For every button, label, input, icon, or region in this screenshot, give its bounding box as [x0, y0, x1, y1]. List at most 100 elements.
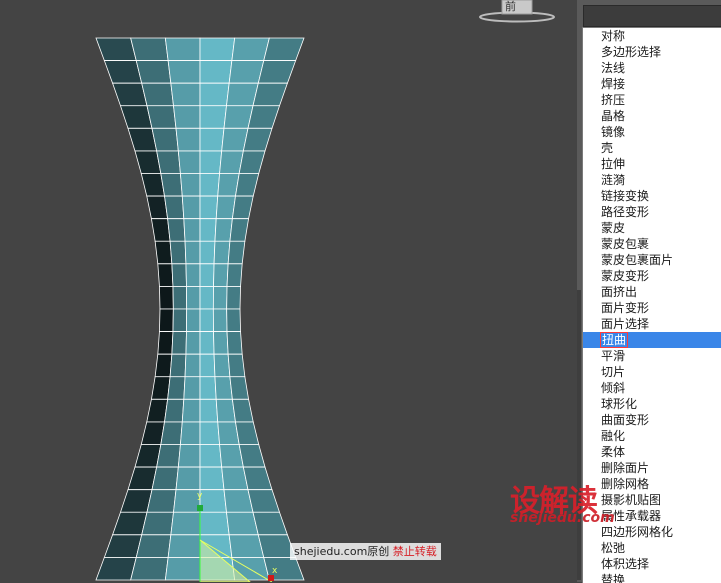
- mesh-face[interactable]: [199, 376, 217, 400]
- mesh-face[interactable]: [164, 398, 185, 423]
- mesh-face[interactable]: [156, 444, 181, 468]
- mesh-face[interactable]: [238, 150, 266, 174]
- mesh-face[interactable]: [159, 286, 174, 310]
- mesh-face[interactable]: [154, 353, 173, 378]
- modifier-item[interactable]: 平滑: [583, 348, 721, 364]
- mesh-face[interactable]: [183, 218, 201, 242]
- mesh-face[interactable]: [227, 353, 246, 378]
- modifier-item[interactable]: 面片变形: [583, 300, 721, 316]
- mesh-face[interactable]: [186, 286, 201, 310]
- mesh-face[interactable]: [157, 331, 174, 355]
- mesh-face[interactable]: [172, 308, 188, 332]
- mesh-face[interactable]: [199, 82, 230, 107]
- mesh-face[interactable]: [177, 150, 201, 174]
- mesh-face[interactable]: [170, 82, 201, 107]
- mesh-face[interactable]: [185, 331, 201, 355]
- mesh-face[interactable]: [167, 376, 186, 400]
- mesh-face[interactable]: [103, 534, 143, 558]
- mesh-face[interactable]: [173, 105, 201, 129]
- mesh-face[interactable]: [229, 376, 250, 400]
- mesh-face[interactable]: [186, 308, 201, 332]
- mesh-face[interactable]: [226, 286, 241, 310]
- mesh-face[interactable]: [112, 511, 148, 536]
- mesh-face[interactable]: [231, 37, 270, 61]
- mesh-face[interactable]: [199, 127, 225, 152]
- mesh-face[interactable]: [212, 308, 228, 332]
- mesh-face[interactable]: [226, 331, 243, 355]
- mesh-face[interactable]: [164, 557, 201, 581]
- mesh-face[interactable]: [172, 286, 188, 310]
- mesh-face[interactable]: [199, 37, 236, 61]
- mesh-face[interactable]: [231, 195, 254, 220]
- mesh-face[interactable]: [141, 511, 174, 536]
- mesh-face[interactable]: [228, 534, 265, 558]
- mesh-face[interactable]: [175, 127, 201, 152]
- mesh-face[interactable]: [156, 150, 181, 174]
- viewport-front[interactable]: y x 前: [0, 0, 577, 582]
- modifier-item[interactable]: 蒙皮: [583, 220, 721, 236]
- mesh-face[interactable]: [238, 444, 266, 468]
- mesh-face[interactable]: [199, 286, 214, 310]
- modifier-item[interactable]: 切片: [583, 364, 721, 380]
- mesh-face[interactable]: [151, 127, 179, 152]
- mesh-face[interactable]: [235, 421, 260, 445]
- mesh-face[interactable]: [119, 105, 153, 129]
- mesh-face[interactable]: [160, 173, 183, 197]
- viewcube-front-label[interactable]: 前: [505, 0, 516, 14]
- mesh-face[interactable]: [231, 398, 254, 423]
- mesh-face[interactable]: [199, 331, 215, 355]
- mesh-face[interactable]: [235, 173, 260, 197]
- mesh-face[interactable]: [199, 353, 216, 378]
- modifier-item[interactable]: 柔体: [583, 444, 721, 460]
- mesh-face[interactable]: [242, 466, 273, 491]
- mesh-face[interactable]: [199, 218, 217, 242]
- modifier-item[interactable]: 删除面片: [583, 460, 721, 476]
- modifier-item[interactable]: 链接变换: [583, 188, 721, 204]
- mesh-face[interactable]: [150, 376, 171, 400]
- modifier-item[interactable]: 倾斜: [583, 380, 721, 396]
- modifier-dropdown[interactable]: 对称 多边形选择 法线 焊接 挤压 晶格 镜像壳拉伸 涟漪 链接变换 路径变形 蒙皮 蒙皮包裹 蒙皮包裹…: [582, 27, 721, 583]
- mesh-face[interactable]: [212, 286, 228, 310]
- modifier-item[interactable]: 松弛: [583, 540, 721, 556]
- modifier-list-field[interactable]: [583, 5, 721, 27]
- mesh-face[interactable]: [167, 534, 201, 558]
- mesh-face[interactable]: [199, 511, 230, 536]
- mesh-face[interactable]: [146, 105, 177, 129]
- mesh-face[interactable]: [146, 398, 169, 423]
- modifier-item[interactable]: 镜像: [583, 124, 721, 140]
- mesh-face[interactable]: [141, 82, 174, 107]
- modifier-item[interactable]: 路径变形: [583, 204, 721, 220]
- mesh-face[interactable]: [199, 105, 227, 129]
- mesh-face[interactable]: [181, 195, 201, 220]
- mesh-face[interactable]: [135, 534, 172, 558]
- mesh-face[interactable]: [228, 60, 265, 84]
- mesh-face[interactable]: [199, 60, 233, 84]
- mesh-face[interactable]: [199, 308, 214, 332]
- mesh-face[interactable]: [169, 240, 187, 265]
- modifier-item[interactable]: 蒙皮包裹: [583, 236, 721, 252]
- mesh-face[interactable]: [167, 218, 186, 242]
- mesh-face[interactable]: [164, 195, 185, 220]
- mesh-face[interactable]: [183, 376, 201, 400]
- mesh-face[interactable]: [164, 37, 201, 61]
- mesh-face[interactable]: [226, 308, 241, 332]
- modifier-item[interactable]: 壳: [583, 140, 721, 156]
- mesh-face[interactable]: [95, 557, 137, 581]
- mesh-face[interactable]: [103, 60, 143, 84]
- mesh-face[interactable]: [179, 421, 201, 445]
- modifier-item[interactable]: 焊接: [583, 76, 721, 92]
- modifier-item[interactable]: 涟漪: [583, 172, 721, 188]
- mesh-face[interactable]: [242, 127, 273, 152]
- modifier-item[interactable]: 晶格: [583, 108, 721, 124]
- mesh-face[interactable]: [119, 489, 153, 513]
- mesh-face[interactable]: [160, 421, 183, 445]
- mesh-face[interactable]: [257, 60, 297, 84]
- mesh-face[interactable]: [135, 60, 172, 84]
- mesh-face[interactable]: [179, 173, 201, 197]
- mesh-face[interactable]: [213, 240, 231, 265]
- modifier-item[interactable]: 扭曲: [583, 332, 721, 348]
- mesh-face[interactable]: [146, 195, 169, 220]
- mesh-face[interactable]: [199, 240, 216, 265]
- modifier-item[interactable]: 挤压: [583, 92, 721, 108]
- mesh-face[interactable]: [171, 331, 187, 355]
